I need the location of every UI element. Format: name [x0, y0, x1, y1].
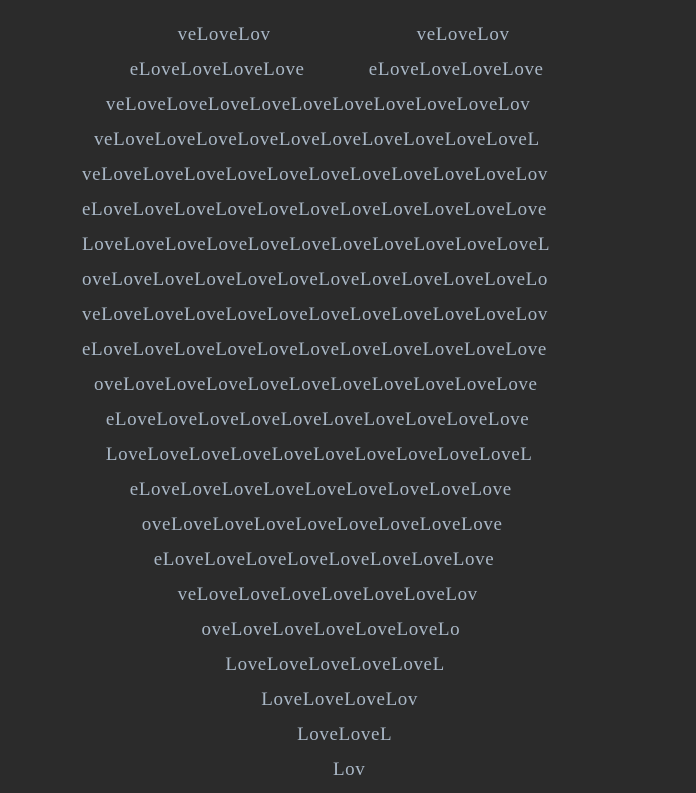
output-segment: oveLoveLoveLoveLoveLoveLo: [201, 619, 461, 640]
output-line: eLoveLoveLoveLoveLoveLoveLoveLoveLoveLov…: [0, 332, 696, 367]
output-line: veLoveLov veLoveLov: [0, 17, 696, 52]
output-segment: eLoveLoveLoveLoveLoveLoveLoveLoveLoveLov…: [105, 409, 530, 430]
output-line: oveLoveLoveLoveLoveLoveLoveLoveLove: [0, 507, 696, 542]
output-segment: eLoveLoveLoveLoveLoveLoveLoveLoveLoveLov…: [82, 199, 547, 220]
output-segment: oveLoveLoveLoveLoveLoveLoveLoveLove: [141, 514, 503, 535]
console-output: { "rows": [ {"segments": [{"text": "veLo…: [0, 0, 696, 793]
output-line: eLoveLoveLoveLove eLoveLoveLoveLove: [0, 52, 696, 87]
output-segment: Lov: [332, 759, 366, 780]
output-segment: eLoveLoveLoveLoveLoveLoveLoveLoveLoveLov…: [82, 339, 547, 360]
output-line: veLoveLoveLoveLoveLoveLoveLov: [0, 577, 696, 612]
output-line: eLoveLoveLoveLoveLoveLoveLoveLoveLoveLov…: [0, 402, 696, 437]
heart-pattern: veLoveLov veLoveLov eLoveLoveLoveLove eLove…: [0, 17, 696, 787]
output-line: Lov: [0, 752, 696, 787]
output-line: LoveLoveL: [0, 717, 696, 752]
output-line: LoveLoveLoveLoveLoveL: [0, 647, 696, 682]
output-segment: veLoveLov: [416, 24, 510, 45]
output-segment: eLoveLoveLoveLoveLoveLoveLoveLoveLove: [129, 479, 512, 500]
output-line: eLoveLoveLoveLoveLoveLoveLoveLove: [0, 542, 696, 577]
output-line: oveLoveLoveLoveLoveLoveLoveLoveLoveLoveL…: [0, 367, 696, 402]
output-line: oveLoveLoveLoveLoveLoveLoveLoveLoveLoveL…: [0, 262, 696, 297]
output-segment: veLoveLoveLoveLoveLoveLoveLov: [177, 584, 478, 605]
output-segment: LoveLoveLoveLoveLoveL: [225, 654, 445, 675]
output-segment: LoveLoveLoveLoveLoveLoveLoveLoveLoveLove…: [82, 234, 551, 255]
output-segment: oveLoveLoveLoveLoveLoveLoveLoveLoveLoveL…: [82, 269, 548, 290]
output-line: LoveLoveLoveLoveLoveLoveLoveLoveLoveLove…: [0, 227, 696, 262]
output-line: veLoveLoveLoveLoveLoveLoveLoveLoveLoveLo…: [0, 87, 696, 122]
output-segment: eLoveLoveLoveLoveLoveLoveLoveLove: [153, 549, 495, 570]
output-line: oveLoveLoveLoveLoveLoveLo: [0, 612, 696, 647]
output-segment: LoveLoveLoveLov: [261, 689, 418, 710]
output-segment: eLoveLoveLoveLove: [368, 59, 544, 80]
output-line: LoveLoveLoveLoveLoveLoveLoveLoveLoveLove…: [0, 437, 696, 472]
output-segment: veLoveLoveLoveLoveLoveLoveLoveLoveLoveLo…: [82, 164, 548, 185]
output-line: veLoveLoveLoveLoveLoveLoveLoveLoveLoveLo…: [0, 122, 696, 157]
output-line: eLoveLoveLoveLoveLoveLoveLoveLoveLove: [0, 472, 696, 507]
output-line: eLoveLoveLoveLoveLoveLoveLoveLoveLoveLov…: [0, 192, 696, 227]
output-segment: veLoveLov: [177, 24, 271, 45]
output-segment: veLoveLoveLoveLoveLoveLoveLoveLoveLoveLo…: [82, 304, 548, 325]
output-segment: veLoveLoveLoveLoveLoveLoveLoveLoveLoveLo…: [93, 129, 540, 150]
output-line: veLoveLoveLoveLoveLoveLoveLoveLoveLoveLo…: [0, 157, 696, 192]
output-segment: eLoveLoveLoveLove: [129, 59, 305, 80]
output-segment: LoveLoveL: [297, 724, 393, 745]
output-line: LoveLoveLoveLov: [0, 682, 696, 717]
output-segment: LoveLoveLoveLoveLoveLoveLoveLoveLoveLove…: [105, 444, 533, 465]
output-segment: oveLoveLoveLoveLoveLoveLoveLoveLoveLoveL…: [93, 374, 538, 395]
output-segment: veLoveLoveLoveLoveLoveLoveLoveLoveLoveLo…: [105, 94, 531, 115]
output-line: veLoveLoveLoveLoveLoveLoveLoveLoveLoveLo…: [0, 297, 696, 332]
